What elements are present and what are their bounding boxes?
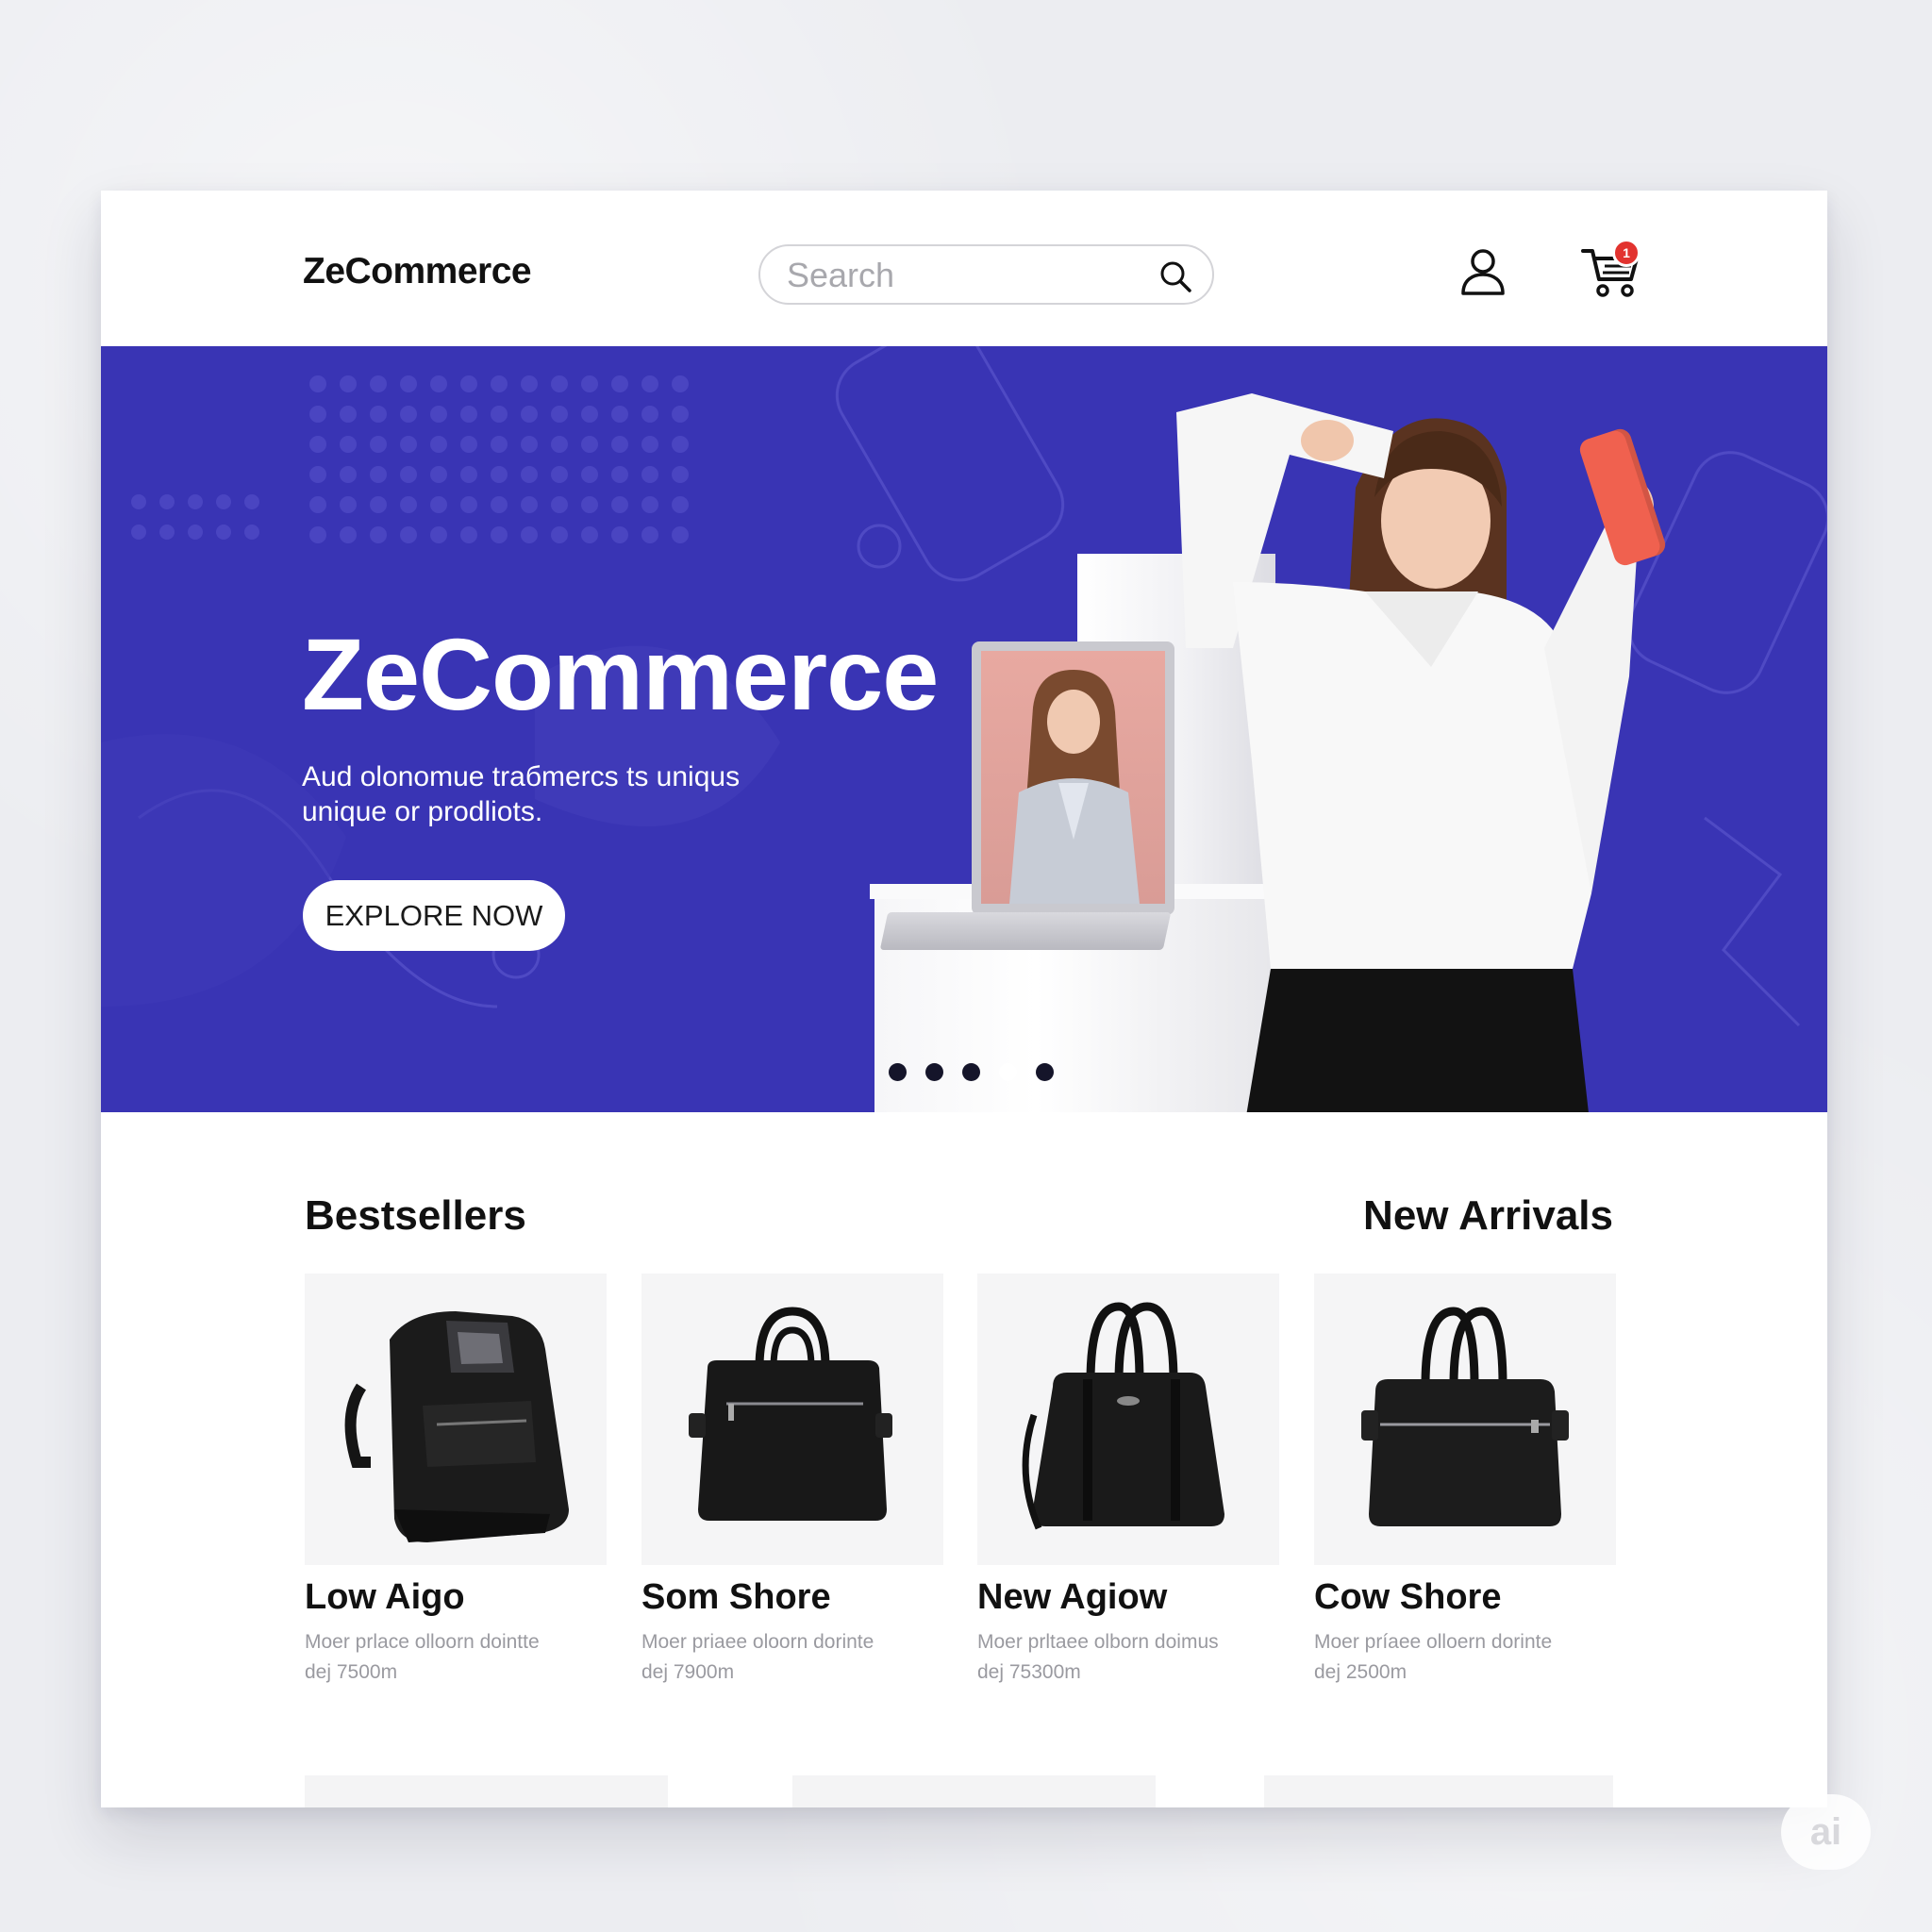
bestsellers-heading[interactable]: Bestsellers xyxy=(305,1192,526,1240)
search-icon[interactable] xyxy=(1158,258,1193,294)
search-bar[interactable] xyxy=(758,244,1214,305)
hero-title: ZeCommerce xyxy=(302,617,939,731)
duffel-bag-icon xyxy=(1361,1307,1569,1526)
site-logo[interactable]: ZeCommerce xyxy=(303,251,532,292)
handbag-icon xyxy=(1022,1302,1224,1530)
product-name[interactable]: Cow Shore xyxy=(1314,1577,1501,1618)
new-arrivals-heading[interactable]: New Arrivals xyxy=(1363,1192,1613,1240)
next-row-card-placeholder xyxy=(1264,1775,1613,1807)
browser-page: ZeCommerce 1 xyxy=(101,191,1827,1807)
product-description: Moer priaee oloorn dorinte dej 7900m xyxy=(641,1627,953,1688)
laptop-screen-photo xyxy=(981,651,1165,904)
carousel-dot-2[interactable] xyxy=(925,1063,943,1081)
product-name[interactable]: Low Aigo xyxy=(305,1577,465,1618)
model-photo-icon xyxy=(1009,670,1140,904)
explore-now-button[interactable]: EXPLORE NOW xyxy=(303,880,565,951)
product-description: Moer prltaee olborn doimus dej 75300m xyxy=(977,1627,1289,1688)
hero-subtitle-line-1: Aud olonomue trабmercs ts uniqus xyxy=(302,761,741,792)
product-description-line: Moer prltaee olborn doimus xyxy=(977,1631,1219,1653)
hero-banner: ZeCommerce Aud olonomue trабmercs ts uni… xyxy=(101,346,1827,1112)
user-account-icon[interactable] xyxy=(1459,247,1507,296)
product-image[interactable] xyxy=(977,1274,1279,1565)
product-grid: Low Aigo Moer prlace olloorn dointte dej… xyxy=(305,1274,1616,1707)
product-price: dej 75300m xyxy=(977,1661,1081,1683)
next-row-card-placeholder xyxy=(305,1775,668,1807)
product-description-line: Moer prlace olloorn dointte xyxy=(305,1631,540,1653)
product-description-line: Moer príaee olloern dorinte xyxy=(1314,1631,1553,1653)
product-image[interactable] xyxy=(1314,1274,1616,1565)
product-card[interactable]: Low Aigo Moer prlace olloorn dointte dej… xyxy=(305,1274,607,1707)
carousel-dot-3[interactable] xyxy=(962,1063,980,1081)
carousel-dots xyxy=(889,1063,1054,1084)
product-price: dej 7900m xyxy=(641,1661,735,1683)
backpack-icon xyxy=(344,1311,569,1542)
product-name[interactable]: New Agiow xyxy=(977,1577,1167,1618)
product-image[interactable] xyxy=(641,1274,943,1565)
site-header: ZeCommerce 1 xyxy=(101,191,1827,346)
carousel-dot-5[interactable] xyxy=(1036,1063,1054,1081)
laptop-image xyxy=(972,641,1174,915)
product-card[interactable]: New Agiow Moer prltaee olborn doimus dej… xyxy=(977,1274,1279,1707)
hero-subtitle: Aud olonomue trабmercs ts uniqus unique … xyxy=(302,759,830,829)
product-description-line: Moer priaee oloorn dorinte xyxy=(641,1631,874,1653)
product-description: Moer prlace olloorn dointte dej 7500m xyxy=(305,1627,616,1688)
cart-count-badge: 1 xyxy=(1612,239,1641,267)
next-row-card-placeholder xyxy=(792,1775,1156,1807)
hero-subtitle-line-2: unique or prodliots. xyxy=(302,796,543,827)
product-card[interactable]: Cow Shore Moer príaee olloern dorinte de… xyxy=(1314,1274,1616,1707)
product-card[interactable]: Som Shore Moer priaee oloorn dorinte dej… xyxy=(641,1274,943,1707)
product-name[interactable]: Som Shore xyxy=(641,1577,831,1618)
carousel-dot-1[interactable] xyxy=(889,1063,907,1081)
product-image[interactable] xyxy=(305,1274,607,1565)
ai-watermark-badge: ai xyxy=(1781,1794,1871,1870)
laptop-keyboard xyxy=(879,912,1172,950)
duffel-bag-icon xyxy=(689,1307,892,1521)
product-price: dej 2500m xyxy=(1314,1661,1407,1683)
product-price: dej 7500m xyxy=(305,1661,398,1683)
carousel-dot-4[interactable] xyxy=(999,1063,1017,1081)
product-description: Moer príaee olloern dorinte dej 2500m xyxy=(1314,1627,1625,1688)
search-input[interactable] xyxy=(787,256,1145,295)
